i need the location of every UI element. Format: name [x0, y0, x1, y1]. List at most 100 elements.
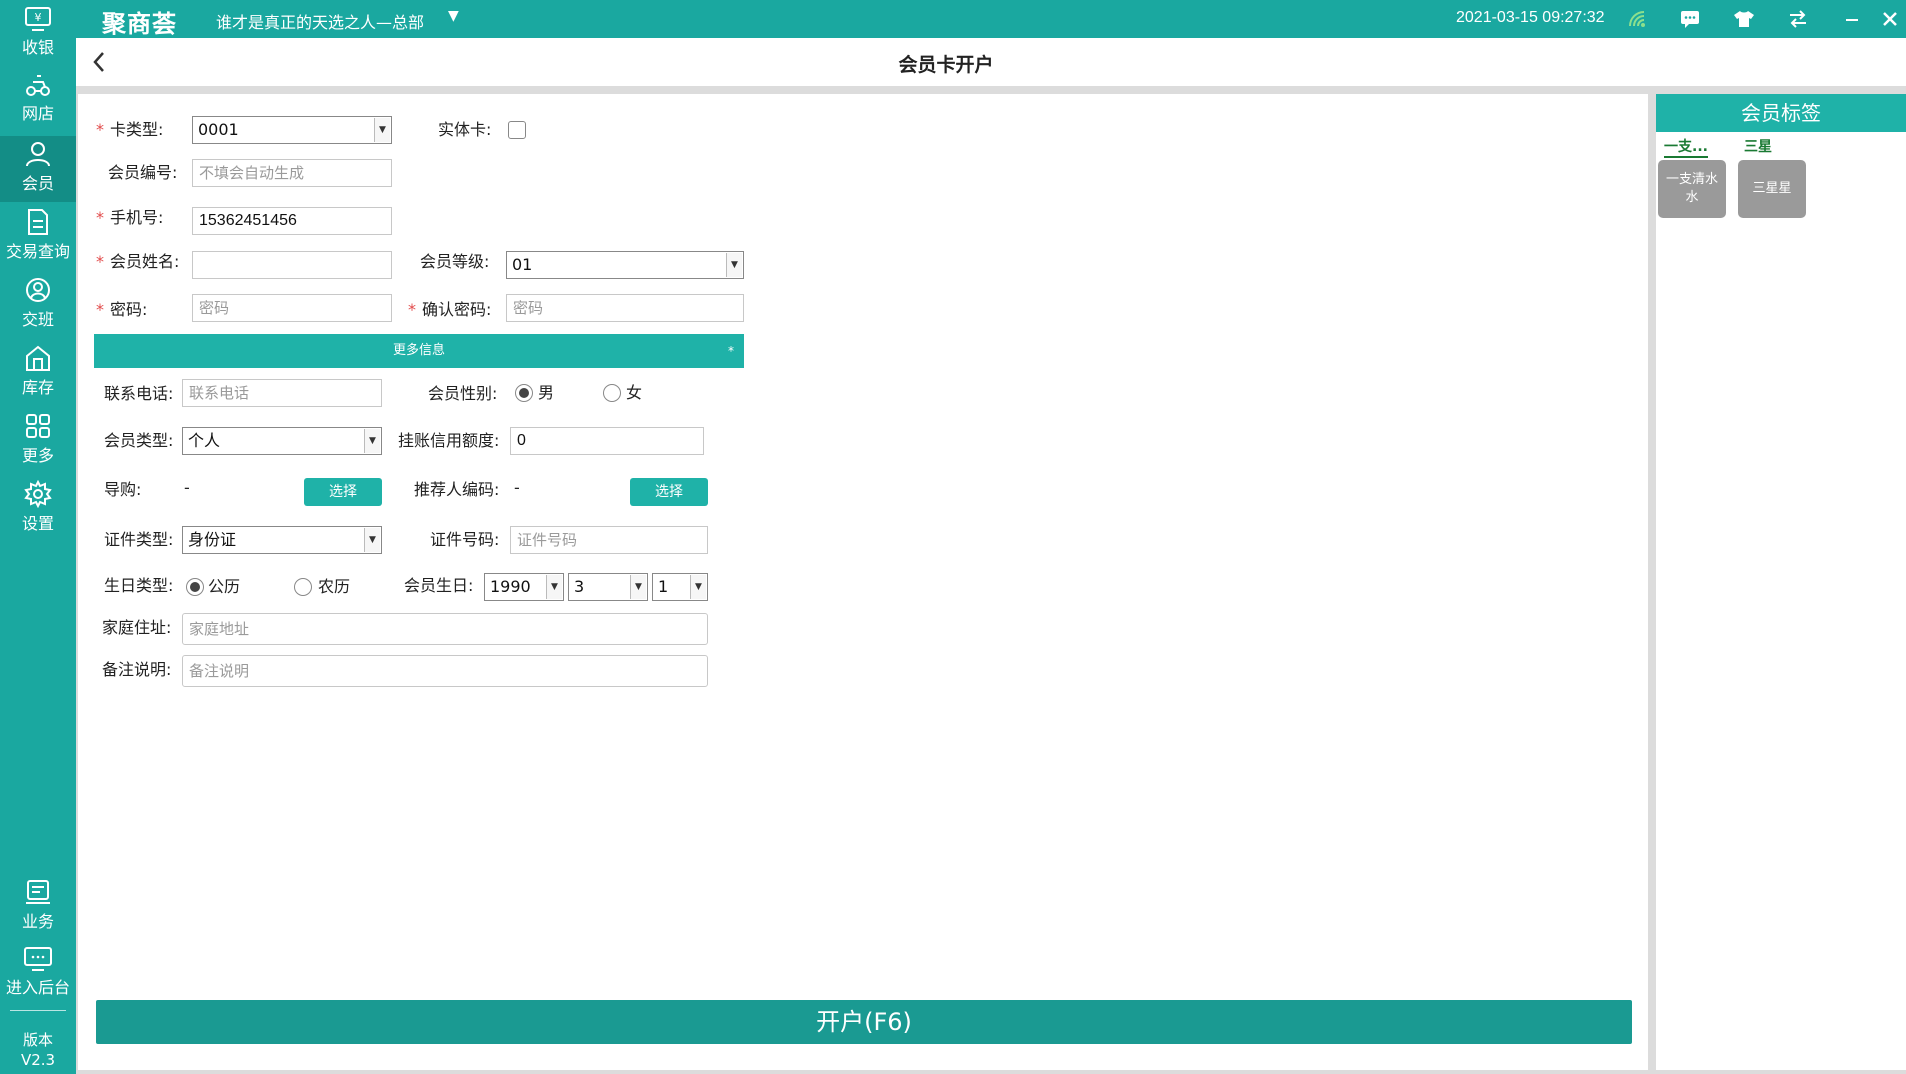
- tag-chip[interactable]: 一支清水水: [1658, 160, 1726, 218]
- birthday-lunar-radio[interactable]: [294, 578, 312, 596]
- sidebar-item-settings[interactable]: 设置: [0, 476, 76, 542]
- birthday-lunar-label: 农历: [318, 577, 351, 596]
- confirm-password-label: * 确认密码:: [408, 300, 492, 319]
- tag-category-tab[interactable]: 三星: [1744, 136, 1772, 156]
- id-no-input[interactable]: 证件号码: [510, 526, 708, 554]
- sidebar-item-label: 会员: [21, 174, 54, 193]
- gender-label: 会员性别:: [428, 384, 498, 403]
- close-icon[interactable]: [1876, 5, 1904, 33]
- sidebar-item-shift-handover[interactable]: 交班: [0, 272, 76, 338]
- password-input[interactable]: 密码: [192, 294, 392, 322]
- cashier-icon: ¥: [25, 7, 51, 31]
- sidebar-item-cashier[interactable]: ¥ 收银: [0, 0, 76, 66]
- settings-gear-icon: [24, 480, 52, 508]
- collapse-icon: *: [728, 344, 734, 358]
- tag-chip[interactable]: 三星星: [1738, 160, 1806, 218]
- chevron-down-icon[interactable]: ▼: [448, 8, 459, 24]
- member-type-label: 会员类型:: [104, 431, 174, 450]
- inventory-icon: [26, 345, 50, 371]
- phone-label: * 手机号:: [96, 208, 164, 227]
- online-store-icon: [26, 75, 50, 96]
- address-label: 家庭住址:: [102, 618, 172, 637]
- dropdown-arrow-icon: ▼: [546, 575, 562, 599]
- dropdown-arrow-icon: ▼: [726, 253, 742, 277]
- birthday-solar-label: 公历: [208, 577, 241, 596]
- required-marker: *: [96, 252, 104, 271]
- more-info-toggle[interactable]: 更多信息 *: [94, 334, 744, 368]
- member-no-input[interactable]: 不填会自动生成: [192, 159, 392, 187]
- message-icon[interactable]: [1676, 5, 1704, 33]
- sidebar-item-inventory[interactable]: 库存: [0, 340, 76, 406]
- member-type-select[interactable]: 个人 ▼: [182, 427, 382, 455]
- referrer-select-button[interactable]: 选择: [630, 478, 708, 506]
- physical-card-checkbox[interactable]: [508, 121, 526, 139]
- more-grid-icon: [26, 414, 50, 438]
- guide-select-button[interactable]: 选择: [304, 478, 382, 506]
- version-label: 版本: [22, 1031, 53, 1049]
- swap-arrows-icon[interactable]: [1784, 5, 1812, 33]
- sidebar: ¥ 收银 网店 会员 交易查询 交班 库存 更多 设置 业务 进入后台 版本 V…: [0, 0, 76, 1074]
- birth-month-select[interactable]: 3 ▼: [568, 573, 648, 601]
- phone-input[interactable]: 15362451456: [192, 207, 392, 235]
- guide-label: 导购:: [104, 480, 142, 499]
- gender-female-label: 女: [626, 383, 643, 402]
- id-type-select[interactable]: 身份证 ▼: [182, 526, 382, 554]
- app-logo: 聚商荟: [102, 10, 177, 38]
- confirm-password-input[interactable]: 密码: [506, 294, 744, 322]
- member-name-input[interactable]: [192, 251, 392, 279]
- top-bar: 聚商荟 谁才是真正的天选之人—总部 ▼ 2021-03-15 09:27:32: [76, 0, 1906, 38]
- remark-input[interactable]: 备注说明: [182, 655, 708, 687]
- backend-monitor-icon: [24, 947, 52, 971]
- gender-female-radio[interactable]: [603, 384, 621, 402]
- sidebar-item-member[interactable]: 会员: [0, 136, 76, 202]
- open-account-button[interactable]: 开户(F6): [96, 1000, 1632, 1044]
- birthday-label: 会员生日:: [404, 576, 474, 595]
- more-info-label: 更多信息: [392, 343, 445, 358]
- contact-phone-label: 联系电话:: [104, 384, 174, 403]
- shirt-skin-icon[interactable]: [1730, 5, 1758, 33]
- gender-male-radio[interactable]: [515, 384, 533, 402]
- physical-card-label: 实体卡:: [438, 120, 492, 139]
- wifi-signal-icon: [1624, 5, 1652, 33]
- minimize-icon[interactable]: [1838, 5, 1866, 33]
- birth-year-select[interactable]: 1990 ▼: [484, 573, 564, 601]
- card-type-select[interactable]: 0001 ▼: [192, 116, 392, 144]
- referrer-value: -: [514, 478, 520, 497]
- sidebar-item-transaction-query[interactable]: 交易查询: [0, 204, 76, 270]
- member-icon: [26, 142, 50, 167]
- dropdown-arrow-icon: ▼: [690, 575, 706, 599]
- svg-text:¥: ¥: [35, 11, 42, 24]
- remark-label: 备注说明:: [102, 660, 172, 679]
- sidebar-item-more[interactable]: 更多: [0, 408, 76, 474]
- contact-phone-input[interactable]: 联系电话: [182, 379, 382, 407]
- version-info: 版本 V2.3: [0, 1030, 76, 1070]
- sidebar-item-backend[interactable]: 进入后台: [0, 940, 76, 1006]
- credit-limit-input[interactable]: 0: [510, 427, 704, 455]
- dropdown-arrow-icon: ▼: [364, 528, 380, 552]
- address-input[interactable]: 家庭地址: [182, 613, 708, 645]
- sidebar-item-label: 网店: [21, 104, 54, 123]
- title-bar: 会员卡开户: [76, 38, 1906, 86]
- referrer-label: 推荐人编码:: [414, 480, 500, 499]
- sidebar-item-online-store[interactable]: 网店: [0, 66, 76, 132]
- shift-handover-icon: [26, 278, 50, 302]
- transaction-query-icon: [28, 209, 48, 235]
- birth-day-select[interactable]: 1 ▼: [652, 573, 708, 601]
- tag-category-tab[interactable]: 一支...: [1664, 136, 1708, 158]
- member-level-select[interactable]: 01 ▼: [506, 251, 744, 279]
- required-marker: *: [96, 208, 104, 227]
- id-no-label: 证件号码:: [430, 530, 500, 549]
- business-icon: [26, 880, 50, 904]
- gender-male-label: 男: [538, 383, 555, 402]
- sidebar-divider: [10, 1010, 66, 1011]
- sidebar-item-label: 库存: [21, 378, 54, 397]
- sidebar-item-label: 更多: [21, 446, 54, 465]
- store-name[interactable]: 谁才是真正的天选之人—总部: [216, 9, 424, 33]
- sidebar-item-business[interactable]: 业务: [0, 874, 76, 940]
- sidebar-item-label: 收银: [21, 38, 54, 57]
- sidebar-item-label: 交班: [21, 310, 54, 329]
- sidebar-item-label: 交易查询: [5, 242, 70, 261]
- sidebar-item-label: 进入后台: [5, 978, 70, 997]
- sidebar-item-label: 业务: [21, 912, 54, 931]
- birthday-solar-radio[interactable]: [186, 578, 204, 596]
